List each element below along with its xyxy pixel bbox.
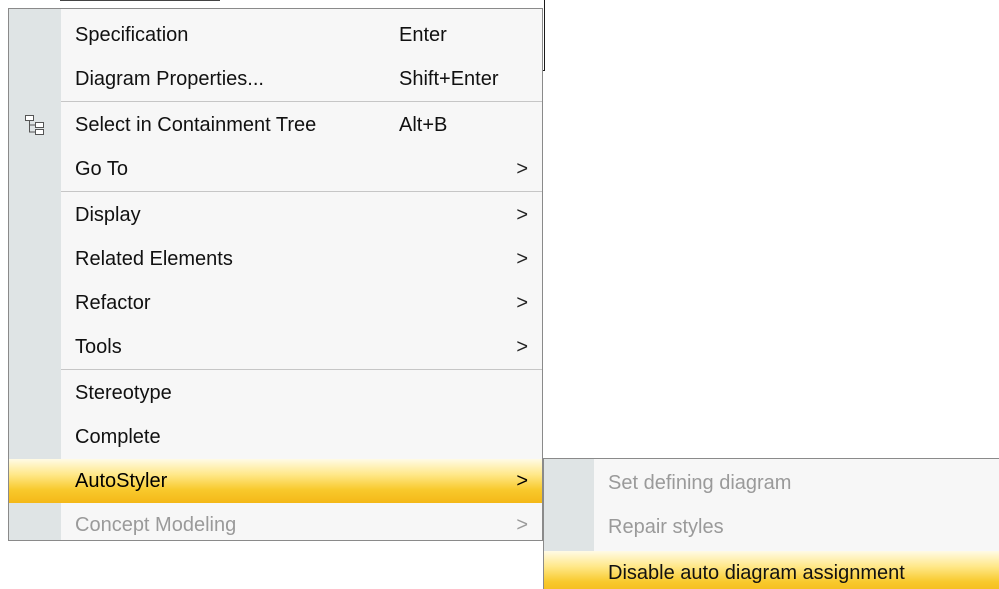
- menu-item-label: Select in Containment Tree: [75, 114, 317, 136]
- menu-item-autostyler[interactable]: AutoStyler >: [9, 459, 542, 503]
- chevron-right-icon: >: [516, 514, 528, 536]
- context-menu: Specification Enter Diagram Properties..…: [8, 8, 543, 541]
- menu-item-shortcut: Shift+Enter: [399, 68, 499, 90]
- menu-item-specification[interactable]: Specification Enter: [9, 13, 542, 57]
- menu-item-label: Specification: [75, 24, 189, 46]
- menu-item-label: Refactor: [75, 292, 151, 314]
- chevron-right-icon: >: [516, 336, 528, 358]
- submenu-item-repair-styles[interactable]: Repair styles: [544, 505, 999, 549]
- menu-item-diagram-properties[interactable]: Diagram Properties... Shift+Enter: [9, 57, 542, 101]
- menu-item-label: Go To: [75, 158, 128, 180]
- menu-item-label: Set defining diagram: [608, 472, 792, 494]
- menu-item-label: Related Elements: [75, 248, 233, 270]
- diagram-shape-border: [544, 0, 545, 70]
- autostyler-submenu: Set defining diagram Repair styles Disab…: [543, 458, 999, 589]
- menu-separator: [61, 369, 542, 370]
- menu-item-tools[interactable]: Tools >: [9, 325, 542, 369]
- menu-item-complete[interactable]: Complete: [9, 415, 542, 459]
- menu-item-stereotype[interactable]: Stereotype: [9, 371, 542, 415]
- submenu-item-set-defining-diagram[interactable]: Set defining diagram: [544, 461, 999, 505]
- menu-item-label: Stereotype: [75, 382, 172, 404]
- menu-item-select-in-containment-tree[interactable]: Select in Containment Tree Alt+B: [9, 103, 542, 147]
- chevron-right-icon: >: [516, 204, 528, 226]
- menu-item-label: Complete: [75, 426, 161, 448]
- menu-item-shortcut: Alt+B: [399, 114, 448, 136]
- menu-item-display[interactable]: Display >: [9, 193, 542, 237]
- menu-separator: [61, 191, 542, 192]
- menu-item-label: Repair styles: [608, 516, 724, 538]
- submenu-item-disable-auto-diagram-assignment[interactable]: Disable auto diagram assignment: [544, 551, 999, 589]
- diagram-edge-fragment: [60, 0, 220, 1]
- menu-item-label: Disable auto diagram assignment: [608, 562, 905, 584]
- menu-item-label: AutoStyler: [75, 470, 168, 492]
- menu-item-go-to[interactable]: Go To >: [9, 147, 542, 191]
- menu-item-shortcut: Enter: [399, 24, 447, 46]
- chevron-right-icon: >: [516, 248, 528, 270]
- chevron-right-icon: >: [516, 470, 528, 492]
- menu-item-label: Display: [75, 204, 141, 226]
- chevron-right-icon: >: [516, 158, 528, 180]
- menu-item-refactor[interactable]: Refactor >: [9, 281, 542, 325]
- menu-item-label: Tools: [75, 336, 122, 358]
- menu-item-label: Diagram Properties...: [75, 68, 264, 90]
- menu-item-label: Concept Modeling: [75, 514, 237, 536]
- chevron-right-icon: >: [516, 292, 528, 314]
- menu-item-concept-modeling[interactable]: Concept Modeling >: [9, 503, 542, 547]
- containment-tree-icon: [24, 114, 46, 136]
- menu-separator: [61, 101, 542, 102]
- menu-item-related-elements[interactable]: Related Elements >: [9, 237, 542, 281]
